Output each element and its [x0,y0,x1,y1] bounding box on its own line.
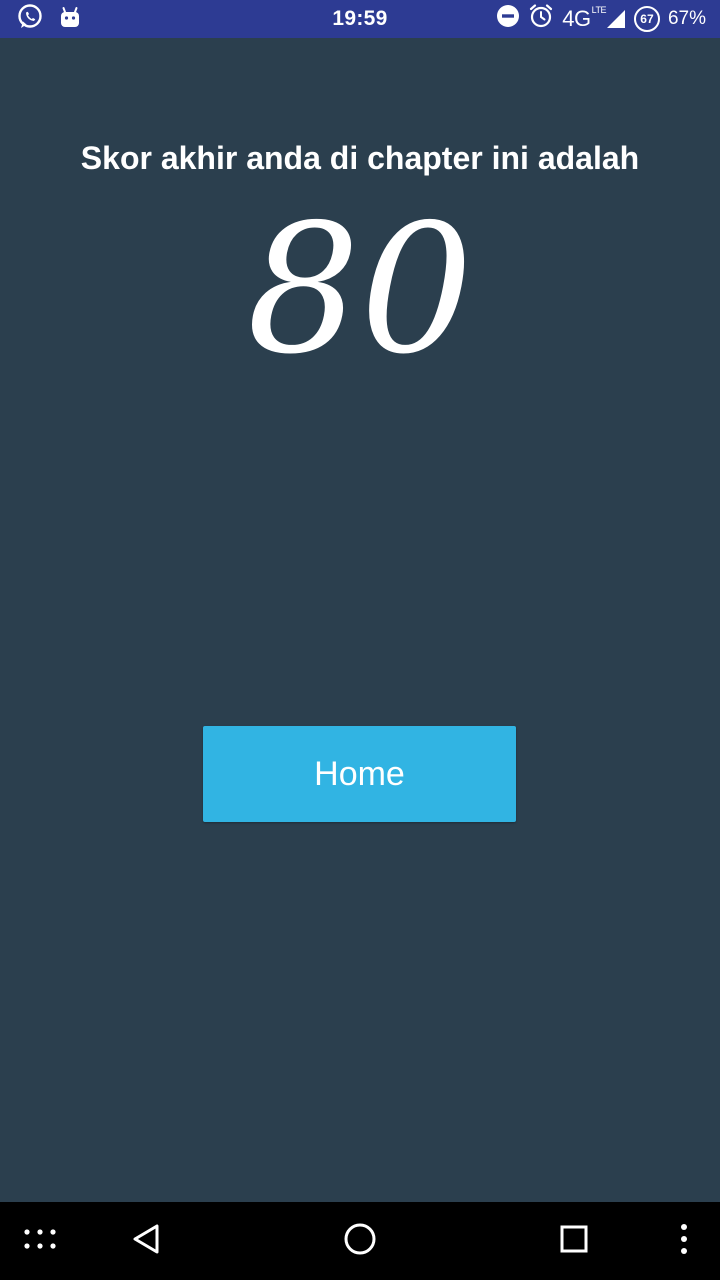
recents-button[interactable] [534,1202,614,1280]
more-vert-icon [679,1223,689,1260]
recents-icon [559,1224,589,1259]
back-icon [131,1223,161,1260]
back-button[interactable] [106,1202,186,1280]
score-title: Skor akhir anda di chapter ini adalah [80,140,640,176]
score-value: 80 [246,186,474,393]
navigation-bar [0,1202,720,1280]
do-not-disturb-icon [496,4,520,34]
battery-percent: 67% [667,8,706,29]
apps-grid-button[interactable] [0,1202,80,1280]
more-options-button[interactable] [648,1202,720,1280]
status-bar: 19:59 4GLTE 67 67% [0,0,720,38]
network-type: 4GLTE [562,4,606,31]
apps-grid-icon [23,1227,57,1256]
home-nav-button[interactable] [320,1202,400,1280]
alarm-icon [528,3,554,35]
status-icons: 4GLTE 67 67% [496,0,706,38]
battery-circle-icon: 67 [633,6,660,32]
home-button[interactable]: Home [203,726,516,822]
signal-icon [606,9,626,29]
home-circle-icon [343,1222,377,1261]
